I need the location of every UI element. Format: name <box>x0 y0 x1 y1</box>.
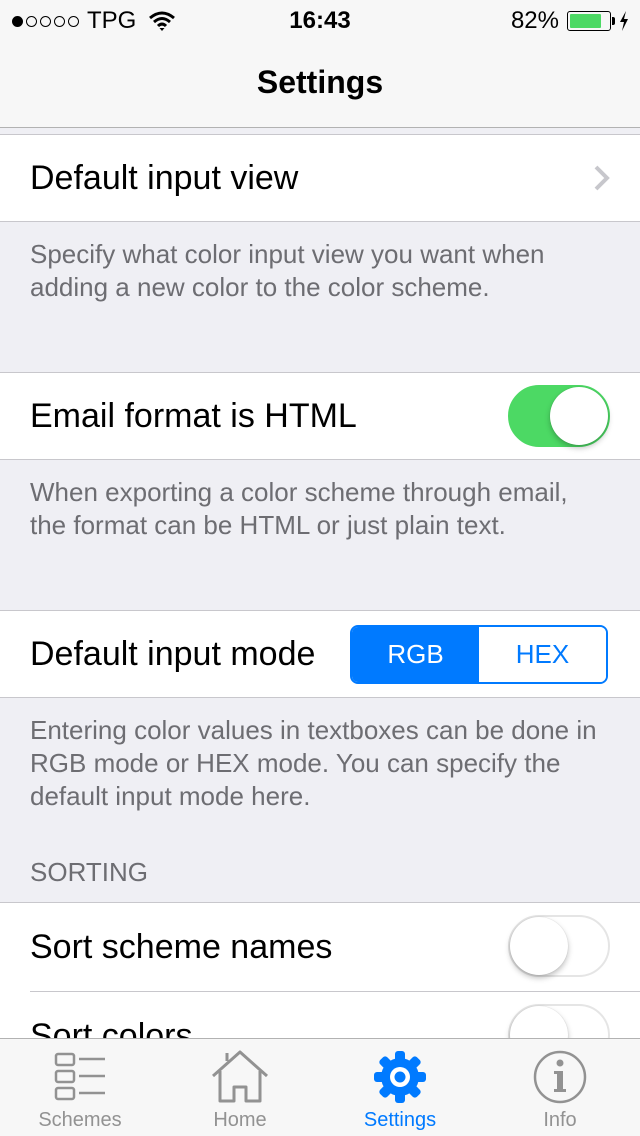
section-footer: When exporting a color scheme through em… <box>30 477 568 540</box>
settings-list[interactable]: Default input view Specify what color in… <box>0 128 640 1080</box>
section-footer: Specify what color input view you want w… <box>30 239 545 302</box>
input-mode-segmented-control[interactable]: RGB HEX <box>350 625 608 684</box>
home-icon <box>212 1050 268 1103</box>
tab-label: Schemes <box>38 1109 122 1131</box>
cell-label: Default input mode <box>30 634 316 673</box>
sort-scheme-names-toggle[interactable] <box>508 915 610 977</box>
toggle-knob <box>510 917 568 975</box>
navigation-bar: Settings <box>0 40 640 128</box>
tab-label: Info <box>543 1109 577 1131</box>
section-footer: Entering color values in textboxes can b… <box>30 715 597 811</box>
charging-bolt-icon <box>620 11 628 31</box>
segment-hex[interactable]: HEX <box>479 627 606 682</box>
email-format-toggle[interactable] <box>508 385 610 447</box>
list-icon <box>54 1052 105 1101</box>
sort-scheme-names-cell: Sort scheme names <box>0 903 640 991</box>
battery-percent: 82% <box>510 7 559 34</box>
tab-settings[interactable]: Settings <box>320 1039 480 1136</box>
tab-schemes[interactable]: Schemes <box>0 1039 160 1136</box>
status-right: 82% <box>511 7 630 35</box>
default-input-view-cell[interactable]: Default input view <box>0 134 640 222</box>
page-title: Settings <box>256 64 384 100</box>
status-bar: TPG 16:43 82% <box>0 0 640 40</box>
tab-bar: Schemes Home Settings Info <box>0 1038 640 1136</box>
segment-rgb[interactable]: RGB <box>352 627 479 682</box>
cell-label: Sort scheme names <box>30 927 333 966</box>
email-format-cell: Email format is HTML <box>0 372 640 460</box>
battery-icon <box>567 11 611 31</box>
gear-icon <box>374 1051 426 1103</box>
tab-info[interactable]: Info <box>480 1039 640 1136</box>
battery-level <box>570 14 602 28</box>
info-icon <box>533 1050 587 1104</box>
default-input-mode-cell: Default input mode RGB HEX <box>0 610 640 698</box>
chevron-right-icon <box>594 165 610 191</box>
section-header-sorting: SORTING <box>30 857 148 887</box>
tab-label: Settings <box>363 1109 437 1131</box>
tab-home[interactable]: Home <box>160 1039 320 1136</box>
tab-label: Home <box>213 1109 267 1131</box>
cell-label: Default input view <box>30 158 299 197</box>
toggle-knob <box>550 387 608 445</box>
battery-tip <box>612 17 615 25</box>
cell-label: Email format is HTML <box>30 396 357 435</box>
